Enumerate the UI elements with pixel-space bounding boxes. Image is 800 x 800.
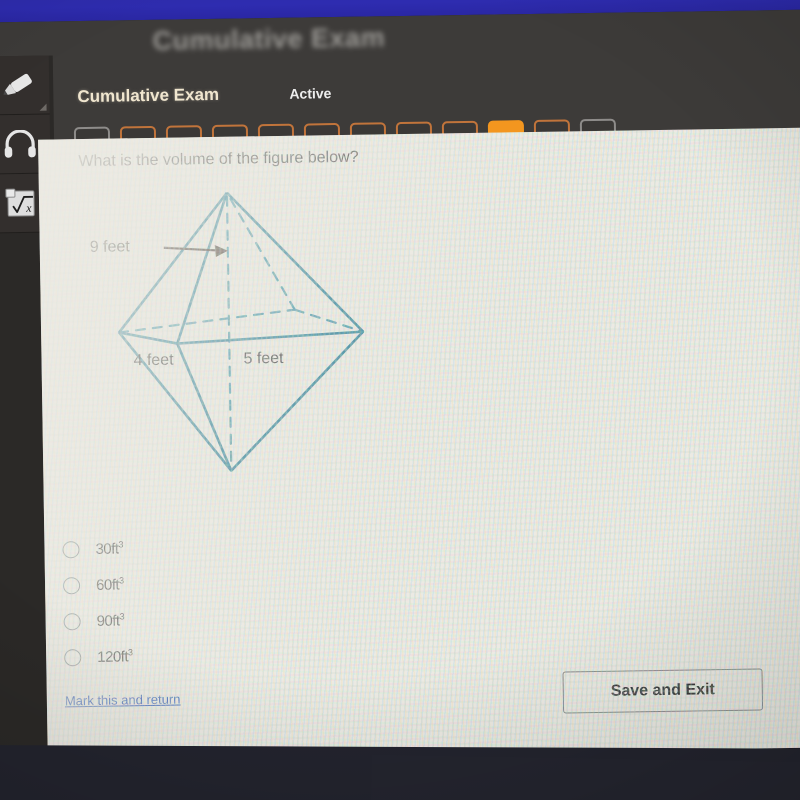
exam-app-chrome: Cumulative Exam Cumulative Exam Active 3… xyxy=(0,9,800,163)
label-height: 9 feet xyxy=(89,238,130,256)
exam-title: Cumulative Exam xyxy=(77,84,220,107)
radio-button-1[interactable] xyxy=(62,540,80,558)
answer-option-3-exponent: 3 xyxy=(119,611,125,622)
answer-option-2-value: 60 xyxy=(95,576,112,594)
label-base-left: 4 feet xyxy=(133,351,174,370)
answer-option-4-label: 120ft3 xyxy=(97,647,133,666)
svg-text:x: x xyxy=(25,201,32,215)
radio-button-2[interactable] xyxy=(62,576,81,594)
tool-highlighter-button[interactable] xyxy=(0,55,50,116)
answer-option-3-value: 90 xyxy=(96,612,113,630)
mark-this-and-return-link[interactable]: Mark this and return xyxy=(65,692,181,709)
answer-option-2[interactable]: 60ft3 xyxy=(62,562,384,603)
answer-options: 30ft3 60ft3 90ft3 120ft3 xyxy=(62,526,384,675)
answer-option-4-value: 120 xyxy=(97,648,121,666)
answer-option-1-label: 30ft3 xyxy=(95,539,123,557)
answer-option-1-value: 30 xyxy=(95,540,112,558)
label-base-right: 5 feet xyxy=(243,349,284,368)
highlighter-icon xyxy=(3,73,32,95)
page-title-blurred: Cumulative Exam xyxy=(152,22,386,56)
answer-option-3-label: 90ft3 xyxy=(96,611,124,629)
status-badge: Active xyxy=(289,85,332,102)
answer-option-1-exponent: 3 xyxy=(118,539,124,550)
save-and-exit-button[interactable]: Save and Exit xyxy=(562,668,764,714)
monitor-screen: ular Math Cumulative Exam Cumulative Exa… xyxy=(0,0,800,800)
bipyramid-diagram xyxy=(117,191,365,472)
calculator-icon: x xyxy=(5,188,35,217)
answer-option-2-exponent: 3 xyxy=(118,575,124,586)
monitor-bezel-bottom-right xyxy=(369,754,800,800)
site-title: ular Math xyxy=(0,0,35,2)
answer-option-1[interactable]: 30ft3 xyxy=(62,526,383,567)
height-leader-arrow xyxy=(163,244,228,257)
radio-button-4[interactable] xyxy=(64,648,82,666)
headphones-icon xyxy=(4,129,36,158)
answer-option-4-exponent: 3 xyxy=(127,647,133,658)
answer-option-3[interactable]: 90ft3 xyxy=(63,598,384,639)
question-content-area: What is the volume of the figure below? xyxy=(38,127,800,760)
answer-option-2-label: 60ft3 xyxy=(96,575,124,593)
radio-button-3[interactable] xyxy=(63,612,81,630)
answer-option-4[interactable]: 120ft3 xyxy=(64,634,385,675)
question-prompt: What is the volume of the figure below? xyxy=(78,148,359,171)
photo-of-screen: ular Math Cumulative Exam Cumulative Exa… xyxy=(0,0,800,800)
figure-bipyramid: 9 feet 4 feet 5 feet xyxy=(69,168,434,494)
